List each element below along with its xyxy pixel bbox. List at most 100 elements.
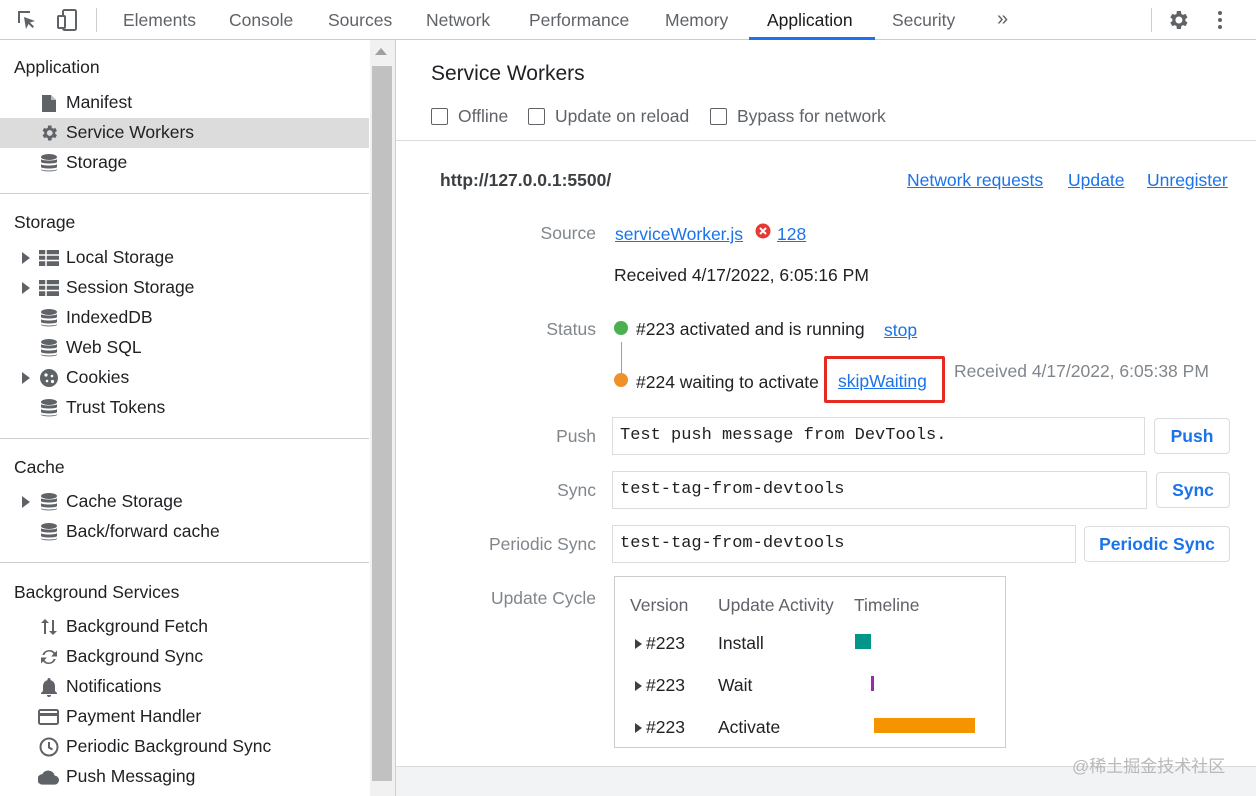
offline-checkbox[interactable]: Offline bbox=[431, 104, 508, 128]
sidebar-item-background-sync[interactable]: Background Sync bbox=[0, 642, 369, 672]
periodic-sync-tag-input[interactable]: test-tag-from-devtools bbox=[612, 525, 1076, 563]
sidebar-item-label: Back/forward cache bbox=[66, 521, 220, 541]
sidebar-item-background-fetch[interactable]: Background Fetch bbox=[0, 612, 369, 642]
watermark: @稀土掘金技术社区 bbox=[1072, 757, 1226, 776]
expand-arrow-icon[interactable] bbox=[635, 723, 642, 733]
tab-memory[interactable]: Memory bbox=[665, 0, 728, 40]
status-running-text: #223 activated and is running bbox=[636, 319, 865, 339]
sidebar-item-label: Background Fetch bbox=[66, 616, 209, 636]
expand-arrow-icon[interactable] bbox=[635, 639, 642, 649]
push-label: Push bbox=[556, 426, 596, 446]
scroll-up-arrow-icon[interactable] bbox=[375, 48, 387, 55]
periodic-sync-label: Periodic Sync bbox=[489, 534, 596, 554]
update-cycle-label: Update Cycle bbox=[490, 588, 596, 608]
gear-icon bbox=[38, 123, 59, 143]
sidebar-item-label: Service Workers bbox=[66, 122, 195, 142]
sidebar-item-indexeddb[interactable]: IndexedDB bbox=[0, 303, 369, 333]
clock-icon bbox=[38, 737, 59, 757]
version-cell: #223 bbox=[646, 717, 685, 737]
tab-security[interactable]: Security bbox=[892, 0, 955, 40]
version-cell: #223 bbox=[646, 675, 685, 695]
status-waiting-dot bbox=[614, 373, 628, 387]
status-label: Status bbox=[546, 319, 596, 339]
sidebar-item-trust-tokens[interactable]: Trust Tokens bbox=[0, 393, 369, 423]
sidebar-divider bbox=[0, 193, 369, 194]
network-requests-link[interactable]: Network requests bbox=[907, 170, 1043, 191]
tab-sources[interactable]: Sources bbox=[328, 0, 392, 40]
push-message-input[interactable]: Test push message from DevTools. bbox=[612, 417, 1145, 455]
sidebar-item-web-sql[interactable]: Web SQL bbox=[0, 333, 369, 363]
checkbox-box[interactable] bbox=[710, 107, 727, 125]
activity-cell: Activate bbox=[718, 717, 781, 737]
sync-label: Sync bbox=[557, 480, 596, 500]
sidebar-item-label: Web SQL bbox=[66, 337, 142, 357]
sidebar-scrollbar-thumb[interactable] bbox=[372, 66, 392, 781]
error-count-link[interactable]: 128 bbox=[777, 224, 806, 245]
skip-waiting-link[interactable]: skipWaiting bbox=[838, 371, 927, 392]
expand-arrow-icon[interactable] bbox=[635, 681, 642, 691]
timeline-bar-activate bbox=[874, 718, 975, 733]
sidebar-item-session-storage[interactable]: Session Storage bbox=[0, 273, 369, 303]
sidebar-heading-storage: Storage bbox=[14, 212, 76, 232]
sidebar-item-label: Cookies bbox=[66, 367, 130, 387]
push-button[interactable]: Push bbox=[1154, 418, 1230, 454]
expand-arrow-icon[interactable] bbox=[22, 372, 30, 384]
tab-application[interactable]: Application bbox=[767, 0, 853, 40]
sidebar-item-storage[interactable]: Storage bbox=[0, 148, 369, 178]
sidebar-item-back-forward-cache[interactable]: Back/forward cache bbox=[0, 517, 369, 547]
sidebar-item-payment-handler[interactable]: Payment Handler bbox=[0, 702, 369, 732]
tab-console[interactable]: Console bbox=[229, 0, 293, 40]
checkbox-label: Update on reload bbox=[555, 105, 690, 126]
cookie-icon bbox=[38, 368, 59, 388]
checkbox-box[interactable] bbox=[528, 107, 545, 125]
sidebar-item-label: Local Storage bbox=[66, 247, 174, 267]
sync-icon bbox=[38, 647, 59, 667]
sidebar-item-label: Background Sync bbox=[66, 646, 204, 666]
sidebar-item-cookies[interactable]: Cookies bbox=[0, 363, 369, 393]
expand-arrow-icon[interactable] bbox=[22, 496, 30, 508]
sidebar-item-cache-storage[interactable]: Cache Storage bbox=[0, 487, 369, 517]
device-toolbar-icon[interactable] bbox=[53, 6, 81, 34]
timeline-bar-install bbox=[855, 634, 871, 649]
source-file-link[interactable]: serviceWorker.js bbox=[615, 224, 743, 245]
inspect-element-icon[interactable] bbox=[13, 6, 41, 34]
stop-link[interactable]: stop bbox=[884, 320, 917, 341]
tab-network[interactable]: Network bbox=[426, 0, 490, 40]
bypass-for-network-checkbox[interactable]: Bypass for network bbox=[710, 104, 886, 128]
update-link[interactable]: Update bbox=[1068, 170, 1124, 191]
status-waiting-text: #224 waiting to activate bbox=[636, 372, 819, 392]
sidebar-item-push-messaging[interactable]: Push Messaging bbox=[0, 762, 369, 792]
unregister-link[interactable]: Unregister bbox=[1147, 170, 1228, 191]
database-icon bbox=[38, 338, 59, 358]
gear-icon[interactable] bbox=[1164, 6, 1192, 34]
table-icon bbox=[38, 248, 59, 268]
sidebar-item-label: Notifications bbox=[66, 676, 162, 696]
sidebar-divider bbox=[0, 438, 369, 439]
received-timestamp-waiting: Received 4/17/2022, 6:05:38 PM bbox=[954, 361, 1209, 381]
sync-tag-input[interactable]: test-tag-from-devtools bbox=[612, 471, 1147, 509]
update-on-reload-checkbox[interactable]: Update on reload bbox=[528, 104, 689, 128]
database-icon bbox=[38, 522, 59, 542]
sidebar-item-notifications[interactable]: Notifications bbox=[0, 672, 369, 702]
sidebar-heading-cache: Cache bbox=[14, 457, 65, 477]
sidebar-item-label: Periodic Background Sync bbox=[66, 736, 272, 756]
cloud-icon bbox=[38, 767, 59, 787]
periodic-sync-button[interactable]: Periodic Sync bbox=[1084, 526, 1230, 562]
tab-performance[interactable]: Performance bbox=[529, 0, 629, 40]
more-tabs-icon[interactable]: » bbox=[997, 0, 1008, 40]
kebab-menu-icon[interactable] bbox=[1206, 6, 1234, 34]
expand-arrow-icon[interactable] bbox=[22, 282, 30, 294]
sidebar-heading-application: Application bbox=[14, 57, 100, 77]
expand-arrow-icon[interactable] bbox=[22, 252, 30, 264]
sidebar-item-label: Push Messaging bbox=[66, 766, 196, 786]
sidebar-item-label: Session Storage bbox=[66, 277, 195, 297]
sidebar-item-manifest[interactable]: Manifest bbox=[0, 88, 369, 118]
activity-cell: Wait bbox=[718, 675, 753, 695]
credit-card-icon bbox=[38, 707, 59, 727]
tab-elements[interactable]: Elements bbox=[123, 0, 196, 40]
sidebar-item-periodic-background-sync[interactable]: Periodic Background Sync bbox=[0, 732, 369, 762]
checkbox-box[interactable] bbox=[431, 107, 448, 125]
sidebar-item-service-workers[interactable]: Service Workers bbox=[0, 118, 369, 148]
sync-button[interactable]: Sync bbox=[1156, 472, 1230, 508]
sidebar-item-local-storage[interactable]: Local Storage bbox=[0, 243, 369, 273]
